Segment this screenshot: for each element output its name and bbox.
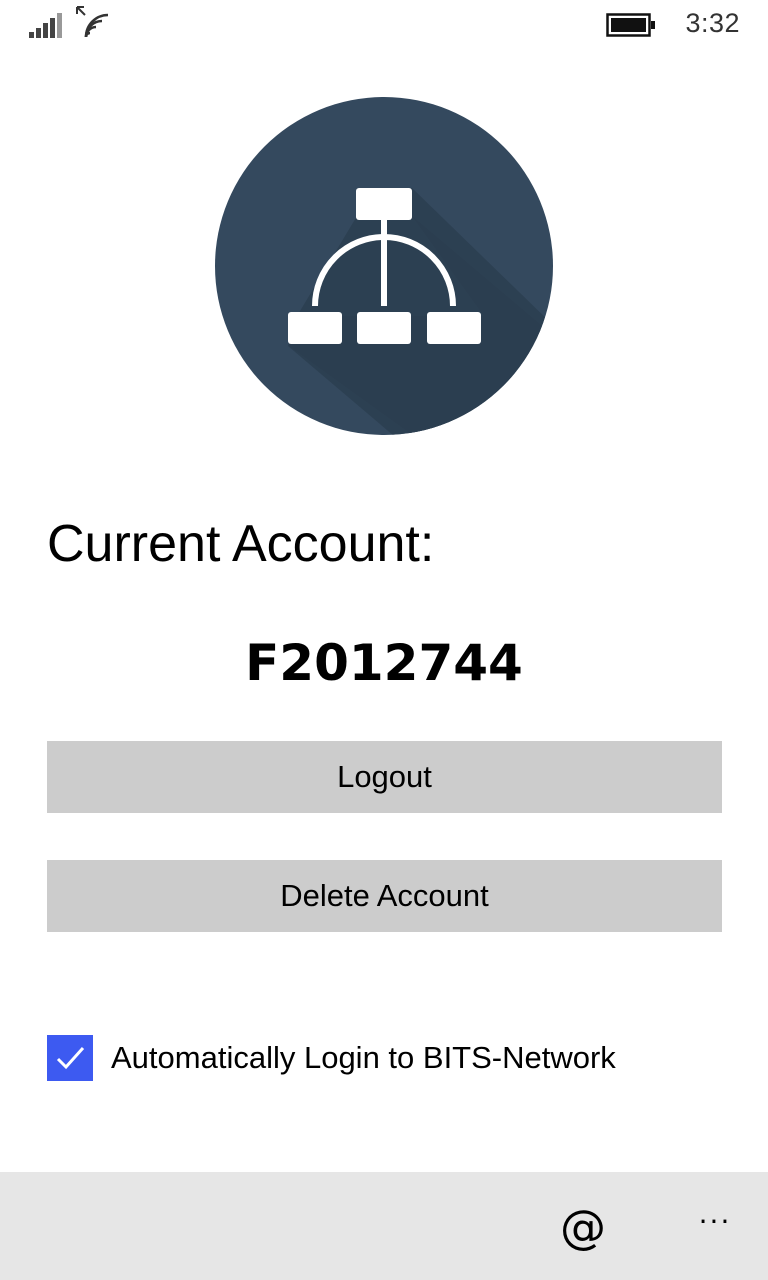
account-id: F2012744 [245,634,523,692]
auto-login-label[interactable]: Automatically Login to BITS-Network [111,1040,616,1076]
delete-account-button[interactable]: Delete Account [47,860,722,932]
signal-icon [29,13,62,38]
status-clock: 3:32 [685,8,740,38]
battery-icon [606,13,655,37]
wifi-icon [76,6,109,38]
current-account-heading: Current Account: [47,515,435,573]
status-bar: 3:32 [0,0,768,50]
app-bar: @ ··· [0,1172,768,1280]
network-hierarchy-icon [215,97,553,435]
at-icon[interactable]: @ [556,1200,610,1254]
settings-screen: 3:32 Current Account: F2012744 Logout De… [0,0,768,1280]
checkmark-icon [56,1046,85,1070]
logout-button[interactable]: Logout [47,741,722,813]
auto-login-option[interactable]: Automatically Login to BITS-Network [47,1035,616,1081]
auto-login-checkbox[interactable] [47,1035,93,1081]
more-icon[interactable]: ··· [690,1202,740,1242]
